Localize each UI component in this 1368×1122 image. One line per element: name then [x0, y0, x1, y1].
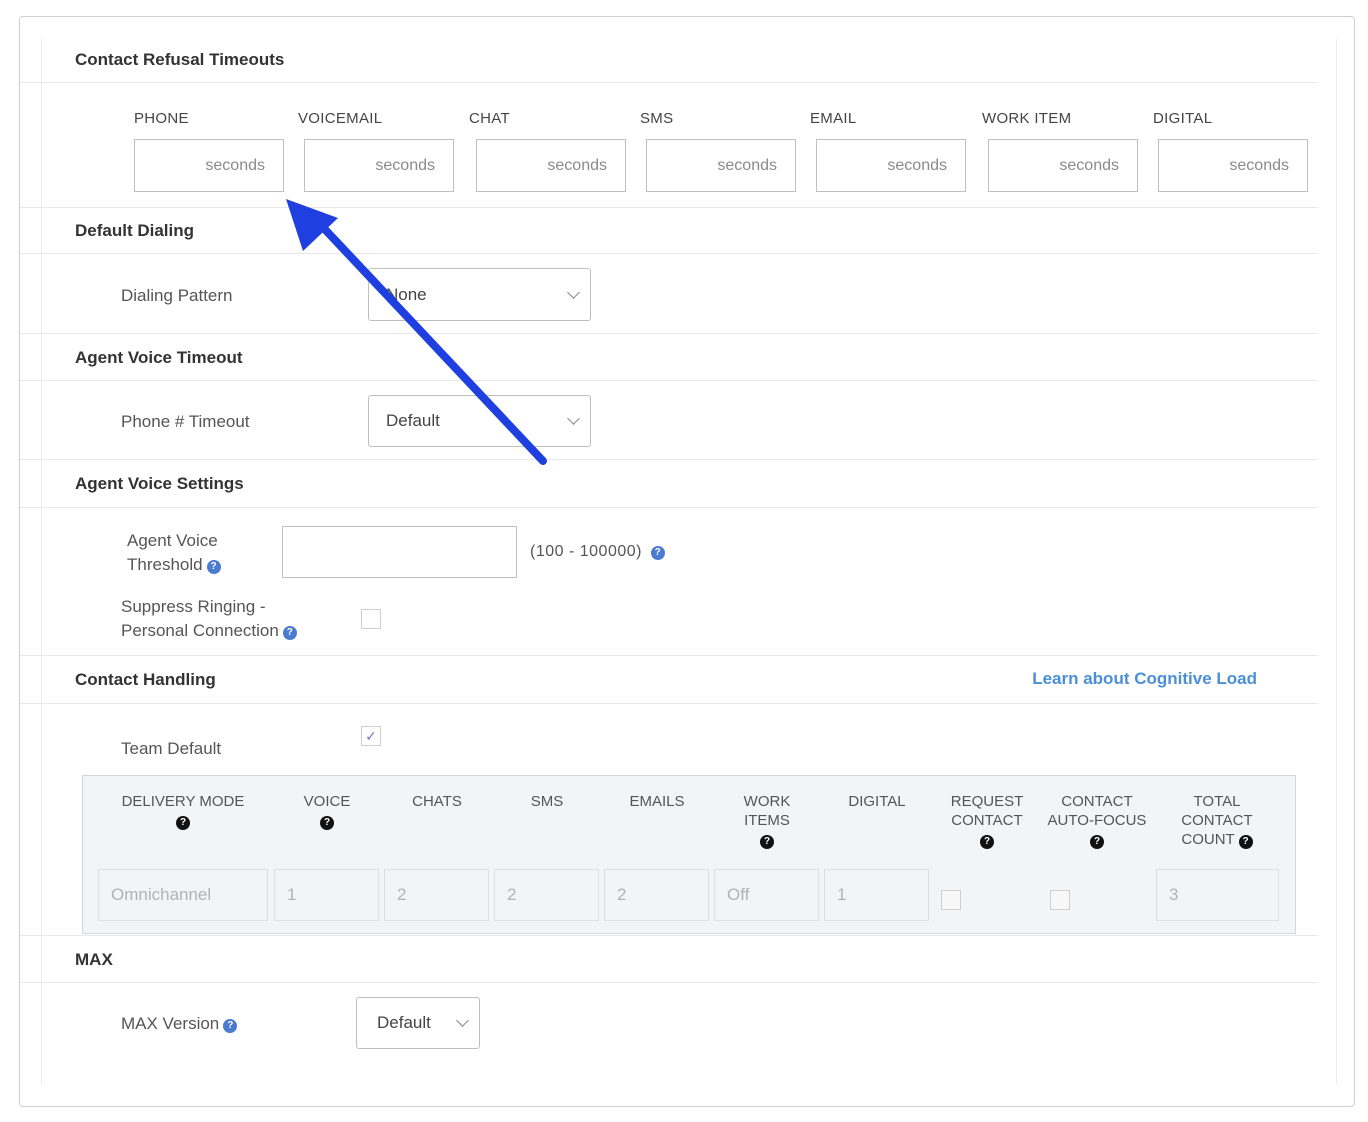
annotation-arrow — [286, 199, 547, 465]
annotation-arrow-line — [314, 218, 547, 465]
annotation-arrow-head — [286, 199, 338, 251]
